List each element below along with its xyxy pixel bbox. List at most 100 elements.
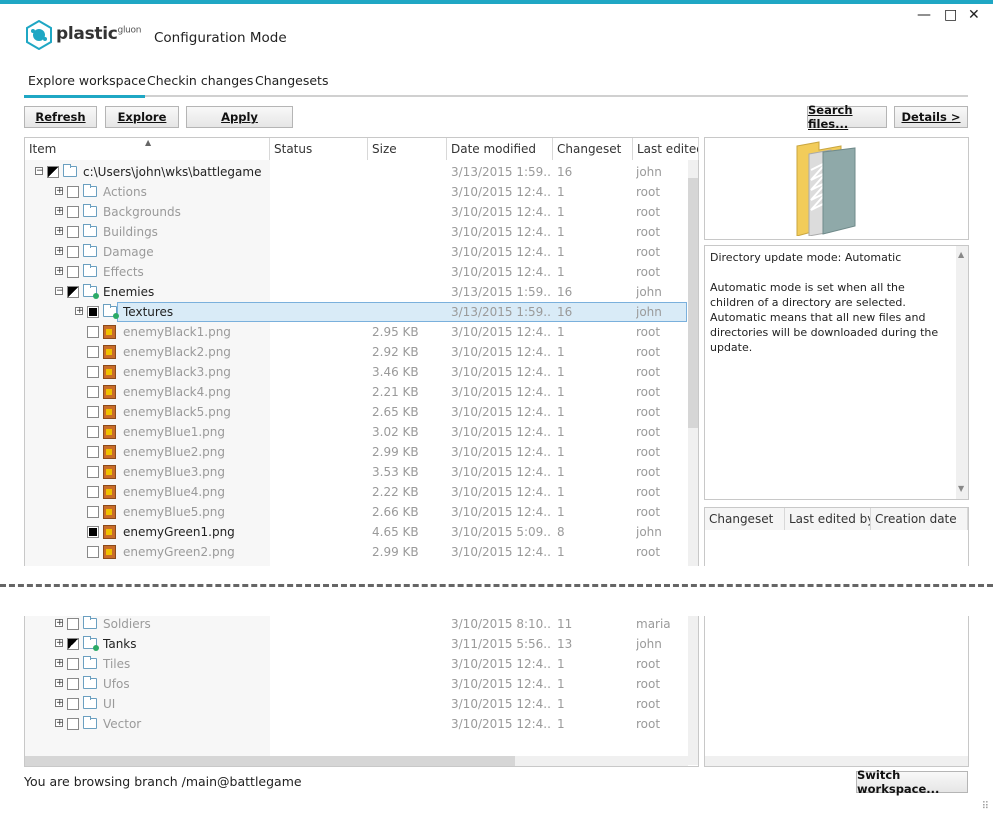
item-checkbox[interactable] bbox=[87, 526, 99, 538]
explore-button[interactable]: Explore bbox=[105, 106, 179, 128]
minimize-icon[interactable]: — bbox=[917, 7, 931, 23]
tree-row[interactable]: + Ufos 3/10/2015 12:4... 1 root bbox=[25, 674, 687, 694]
item-checkbox[interactable] bbox=[67, 206, 79, 218]
item-checkbox[interactable] bbox=[67, 186, 79, 198]
tree-row[interactable]: − Enemies 3/13/2015 1:59... 16 john bbox=[25, 282, 687, 302]
item-checkbox[interactable] bbox=[87, 386, 99, 398]
tree-row[interactable]: enemyBlack4.png 2.21 KB 3/10/2015 12:4... 1… bbox=[25, 382, 687, 402]
item-checkbox[interactable] bbox=[87, 506, 99, 518]
history-column-last-edited-by[interactable]: Last edited by bbox=[785, 508, 871, 530]
item-checkbox[interactable] bbox=[67, 718, 79, 730]
tree-row[interactable]: enemyGreen2.png 2.99 KB 3/10/2015 12:4... 1… bbox=[25, 542, 687, 562]
item-checkbox[interactable] bbox=[87, 346, 99, 358]
tree-row[interactable]: + Tiles 3/10/2015 12:4... 1 root bbox=[25, 654, 687, 674]
column-date-modified[interactable]: Date modified bbox=[447, 138, 553, 160]
item-size: 3.02 KB bbox=[372, 425, 419, 439]
column-last-edited[interactable]: Last edited bbox=[633, 138, 699, 160]
tree-row[interactable]: + Effects 3/10/2015 12:4... 1 root bbox=[25, 262, 687, 282]
scroll-down-icon[interactable]: ▼ bbox=[958, 484, 964, 493]
tree-row[interactable]: + Actions 3/10/2015 12:4... 1 root bbox=[25, 182, 687, 202]
tab-changesets[interactable]: Changesets bbox=[255, 73, 328, 88]
refresh-button[interactable]: Refresh bbox=[24, 106, 97, 128]
item-checkbox[interactable] bbox=[67, 618, 79, 630]
tree-row[interactable]: enemyBlack3.png 3.46 KB 3/10/2015 12:4... 1… bbox=[25, 362, 687, 382]
expand-toggle-icon[interactable]: − bbox=[55, 287, 64, 296]
item-checkbox[interactable] bbox=[67, 678, 79, 690]
tree-hscroll-thumb[interactable] bbox=[25, 756, 515, 766]
item-last-edited: root bbox=[636, 225, 661, 239]
item-checkbox[interactable] bbox=[47, 166, 59, 178]
expand-toggle-icon[interactable]: + bbox=[75, 307, 84, 316]
item-checkbox[interactable] bbox=[67, 226, 79, 238]
item-checkbox[interactable] bbox=[67, 266, 79, 278]
expand-toggle-icon[interactable]: + bbox=[55, 679, 64, 688]
expand-toggle-icon[interactable]: + bbox=[55, 267, 64, 276]
close-icon[interactable]: ✕ bbox=[968, 7, 980, 23]
tab-checkin-changes[interactable]: Checkin changes bbox=[147, 73, 253, 88]
item-checkbox[interactable] bbox=[87, 406, 99, 418]
details-button[interactable]: Details > bbox=[894, 106, 968, 128]
expand-toggle-icon[interactable]: + bbox=[55, 699, 64, 708]
scroll-up-icon[interactable]: ▲ bbox=[958, 250, 964, 259]
item-checkbox[interactable] bbox=[67, 286, 79, 298]
switch-workspace-button[interactable]: Switch workspace... bbox=[856, 768, 968, 796]
item-checkbox[interactable] bbox=[87, 326, 99, 338]
tree-row[interactable]: enemyBlue1.png 3.02 KB 3/10/2015 12:4... 1 r… bbox=[25, 422, 687, 442]
details-scrollbar[interactable] bbox=[956, 246, 968, 499]
column-changeset[interactable]: Changeset bbox=[553, 138, 633, 160]
tree-row[interactable]: + Tanks 3/11/2015 5:56... 13 john bbox=[25, 634, 687, 654]
history-column-changeset[interactable]: Changeset bbox=[705, 508, 785, 530]
tree-row[interactable]: + Soldiers 3/10/2015 8:10... 11 maria bbox=[25, 614, 687, 634]
top-accent-bar bbox=[0, 0, 993, 4]
expand-toggle-icon[interactable]: + bbox=[55, 659, 64, 668]
tree-scroll-thumb[interactable] bbox=[688, 178, 698, 428]
tree-row[interactable]: + Buildings 3/10/2015 12:4... 1 root bbox=[25, 222, 687, 242]
apply-button[interactable]: Apply bbox=[186, 106, 293, 128]
resize-grip-icon[interactable]: ⠿ bbox=[982, 801, 989, 812]
history-column-creation-date[interactable]: Creation date bbox=[871, 508, 968, 530]
tree-row[interactable]: + Backgrounds 3/10/2015 12:4... 1 root bbox=[25, 202, 687, 222]
tree-row[interactable]: enemyBlue4.png 2.22 KB 3/10/2015 12:4... 1 r… bbox=[25, 482, 687, 502]
item-date-modified: 3/10/2015 8:10... bbox=[451, 617, 551, 631]
tree-row[interactable]: − c:\Users\john\wks\battlegame 3/13/2015 1… bbox=[25, 162, 687, 182]
column-status[interactable]: Status bbox=[270, 138, 368, 160]
image-file-icon bbox=[103, 405, 116, 419]
item-checkbox[interactable] bbox=[87, 306, 99, 318]
tree-row[interactable]: enemyBlue2.png 2.99 KB 3/10/2015 12:4... 1 r… bbox=[25, 442, 687, 462]
expand-toggle-icon[interactable]: + bbox=[55, 639, 64, 648]
tree-row[interactable]: + UI 3/10/2015 12:4... 1 root bbox=[25, 694, 687, 714]
item-checkbox[interactable] bbox=[87, 446, 99, 458]
tree-row[interactable]: + Textures 3/13/2015 1:59... 16 john bbox=[25, 302, 687, 322]
history-horizontal-scrollbar[interactable] bbox=[705, 756, 968, 766]
tree-row[interactable]: enemyBlue5.png 2.66 KB 3/10/2015 12:4... 1 r… bbox=[25, 502, 687, 522]
item-name: UI bbox=[103, 697, 116, 711]
tree-row[interactable]: enemyBlue3.png 3.53 KB 3/10/2015 12:4... 1 r… bbox=[25, 462, 687, 482]
column-size[interactable]: Size bbox=[368, 138, 447, 160]
item-checkbox[interactable] bbox=[67, 658, 79, 670]
item-checkbox[interactable] bbox=[67, 638, 79, 650]
item-checkbox[interactable] bbox=[87, 426, 99, 438]
expand-toggle-icon[interactable]: + bbox=[55, 619, 64, 628]
item-checkbox[interactable] bbox=[87, 366, 99, 378]
expand-toggle-icon[interactable]: + bbox=[55, 719, 64, 728]
tree-row[interactable]: + Vector 3/10/2015 12:4... 1 root bbox=[25, 714, 687, 734]
tree-row[interactable]: enemyGreen1.png 4.65 KB 3/10/2015 5:09... 8… bbox=[25, 522, 687, 542]
item-checkbox[interactable] bbox=[87, 546, 99, 558]
item-checkbox[interactable] bbox=[67, 698, 79, 710]
tree-row[interactable]: enemyBlack2.png 2.92 KB 3/10/2015 12:4... 1… bbox=[25, 342, 687, 362]
expand-toggle-icon[interactable]: + bbox=[55, 247, 64, 256]
maximize-icon[interactable]: □ bbox=[944, 7, 957, 23]
item-date-modified: 3/10/2015 12:4... bbox=[451, 385, 551, 399]
search-files-button[interactable]: Search files... bbox=[807, 103, 887, 131]
expand-toggle-icon[interactable]: + bbox=[55, 207, 64, 216]
item-checkbox[interactable] bbox=[67, 246, 79, 258]
tree-row[interactable]: enemyBlack1.png 2.95 KB 3/10/2015 12:4... 1… bbox=[25, 322, 687, 342]
item-checkbox[interactable] bbox=[87, 466, 99, 478]
tab-explore-workspace[interactable]: Explore workspace bbox=[28, 73, 146, 88]
expand-toggle-icon[interactable]: + bbox=[55, 227, 64, 236]
tree-row[interactable]: enemyBlack5.png 2.65 KB 3/10/2015 12:4... 1… bbox=[25, 402, 687, 422]
tree-row[interactable]: + Damage 3/10/2015 12:4... 1 root bbox=[25, 242, 687, 262]
expand-toggle-icon[interactable]: − bbox=[35, 167, 44, 176]
expand-toggle-icon[interactable]: + bbox=[55, 187, 64, 196]
item-checkbox[interactable] bbox=[87, 486, 99, 498]
